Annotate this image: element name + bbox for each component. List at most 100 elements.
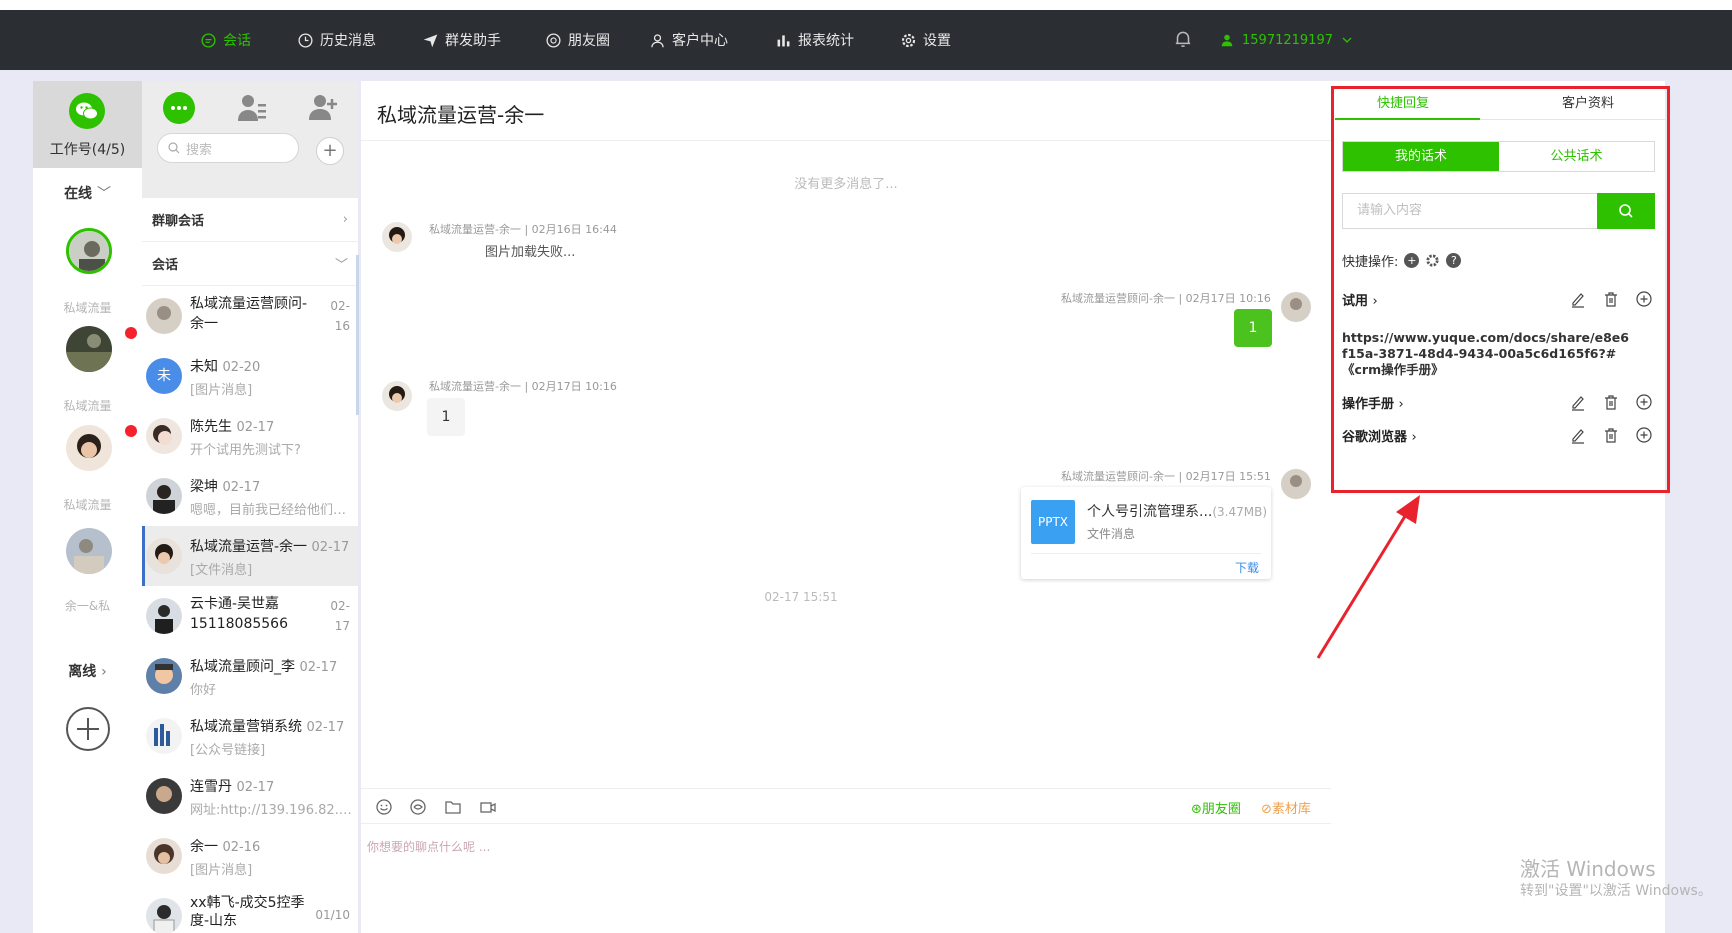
add-friend-icon[interactable]	[307, 92, 339, 124]
contact-name-text: 未知	[190, 359, 218, 375]
list-item[interactable]: 陈先生 02-17 开个试用先测试下?	[142, 406, 358, 466]
contact-date: 02-17	[311, 540, 350, 555]
nav-moments[interactable]: 朋友圈	[545, 10, 610, 70]
materials-link-label: 素材库	[1271, 802, 1311, 817]
list-item[interactable]: 私域流量营销系统 02-17 [公众号链接]	[142, 706, 358, 766]
avatar	[1281, 292, 1311, 322]
nav-chat[interactable]: 会话	[200, 10, 251, 70]
contact-date: 02-17	[299, 660, 338, 675]
avatar: 未	[146, 358, 182, 394]
nav-customers[interactable]: 客户中心	[649, 10, 728, 70]
timestamp: 02-17 15:51	[764, 590, 838, 604]
message-preview: 网址:http://139.196.82.82/a...	[190, 803, 355, 818]
contact-date: 01/10	[315, 908, 350, 922]
file-name: 个人号引流管理系...(3.47MB)	[1087, 501, 1267, 521]
account-avatar-2[interactable]	[66, 326, 112, 372]
moments-link[interactable]: ⊛朋友圈	[1191, 798, 1241, 817]
folder-icon[interactable]	[444, 798, 462, 816]
avatar	[146, 838, 182, 874]
add-button[interactable]: +	[316, 137, 344, 165]
file-type-label: 文件消息	[1087, 527, 1136, 541]
nav-reports-label: 报表统计	[798, 33, 854, 49]
message-meta: 私域流量运营-余一 | 02月17日 10:16	[429, 380, 617, 393]
nav-customers-label: 客户中心	[672, 33, 728, 49]
account-name-3: 私域流量	[63, 498, 112, 512]
user-menu[interactable]: 15971219197	[1220, 10, 1353, 70]
online-label: 在线	[64, 186, 93, 202]
account-name-1: 私域流量	[63, 301, 112, 315]
file-message[interactable]: PPTX 个人号引流管理系...(3.47MB) 文件消息 下载	[1021, 487, 1271, 579]
list-item[interactable]: 未 未知 02-20 [图片消息]	[142, 346, 358, 406]
avatar	[382, 222, 412, 252]
account-avatar-1[interactable]	[66, 228, 112, 274]
message-meta: 私域流量运营顾问-余一 | 02月17日 10:16	[1061, 292, 1271, 305]
divider	[361, 140, 1331, 141]
message-preview: 开个试用先测试下?	[190, 443, 301, 458]
clock-icon	[298, 32, 313, 48]
video-icon[interactable]	[479, 798, 497, 816]
list-scrollbar[interactable]	[356, 255, 359, 415]
search-input[interactable]: 搜索	[157, 133, 299, 163]
download-link[interactable]: 下载	[1235, 559, 1259, 576]
contact-date: 02-17	[306, 720, 345, 735]
contact-name: 云卡通-吴世嘉 15118085566	[190, 596, 288, 632]
list-item[interactable]: 私域流量运营顾问-余一 02- 16	[142, 286, 358, 346]
contact-date: 02-16	[330, 296, 350, 336]
divider	[1031, 553, 1261, 554]
contact-date: 02-17	[330, 596, 350, 636]
account-name-2: 私域流量	[63, 399, 112, 413]
nav-broadcast-label: 群发助手	[445, 33, 501, 49]
message-meta: 私域流量运营-余一 | 02月16日 16:44	[429, 223, 617, 236]
chevron-down-icon: ﹀	[334, 258, 348, 273]
message-bubble: 1	[1234, 309, 1272, 347]
message-bubble: 1	[427, 398, 465, 436]
account-avatar-4[interactable]	[66, 528, 112, 574]
file-size: (3.47MB)	[1212, 505, 1268, 519]
session-list: 搜索 + 群聊会话 › 会话 ﹀ 私域流量运营顾问-余一 02- 16 未 未知 …	[142, 81, 358, 933]
contact-date: 02-20	[222, 360, 261, 375]
account-column: 工作号(4/5) 在线 ﹀ 私域流量 私域流量 私域流量 余一&私 离线 ›	[33, 81, 142, 933]
nav-broadcast[interactable]: 群发助手	[422, 10, 501, 70]
list-item[interactable]: 梁坤 02-17 嗯嗯，目前我已经给他们买...	[142, 466, 358, 526]
aperture-icon	[546, 32, 561, 48]
offline-toggle[interactable]: 离线 ›	[33, 661, 142, 681]
bell-icon[interactable]	[1172, 28, 1194, 50]
message-input[interactable]: 你想要的聊点什么呢 ...	[367, 838, 490, 855]
session-section[interactable]: 会话 ﹀	[142, 242, 358, 286]
chat-bubble-icon[interactable]	[162, 91, 196, 125]
contact-name-text: 余一	[190, 839, 218, 855]
contact-name-text: 陈先生	[190, 419, 232, 435]
file-name-text: 个人号引流管理系...	[1087, 504, 1213, 520]
avatar	[146, 478, 182, 514]
account-count-label: 工作号(4/5)	[49, 142, 126, 158]
list-item[interactable]: xx韩飞-成交5控季度-山东 01/10	[142, 886, 358, 933]
contact-name: 余一 02-16	[190, 836, 260, 856]
list-item[interactable]: 余一 02-16 [图片消息]	[142, 826, 358, 886]
nav-history-label: 历史消息	[320, 33, 376, 49]
session-list-header: 搜索 +	[142, 81, 358, 198]
nav-moments-label: 朋友圈	[568, 33, 610, 49]
nav-settings[interactable]: 设置	[900, 10, 951, 70]
avatar	[382, 381, 412, 411]
list-item-selected[interactable]: 私域流量运营-余一 02-17 [文件消息]	[142, 526, 358, 586]
list-item[interactable]: 云卡通-吴世嘉 15118085566 02- 17	[142, 586, 358, 646]
message-preview: [图片消息]	[190, 383, 253, 398]
group-chat-section[interactable]: 群聊会话 ›	[142, 198, 358, 242]
list-item[interactable]: 私域流量顾问_李 02-17 你好	[142, 646, 358, 706]
avatar	[146, 658, 182, 694]
add-account-icon[interactable]	[65, 706, 111, 752]
list-item[interactable]: 连雪丹 02-17 网址:http://139.196.82.82/a...	[142, 766, 358, 826]
message-text: 图片加载失败...	[485, 245, 576, 260]
emoji-icon[interactable]	[375, 798, 393, 816]
materials-link[interactable]: ⊘素材库	[1261, 798, 1311, 817]
contacts-icon[interactable]	[236, 92, 268, 124]
unread-dot	[125, 425, 137, 437]
online-toggle[interactable]: 在线 ﹀	[33, 183, 142, 203]
account-avatar-3[interactable]	[66, 425, 112, 471]
screenshot-icon[interactable]	[409, 798, 427, 816]
nav-reports[interactable]: 报表统计	[775, 10, 854, 70]
nav-history[interactable]: 历史消息	[297, 10, 376, 70]
contact-date: 02-17	[222, 480, 261, 495]
user-icon	[1221, 34, 1233, 47]
account-header[interactable]: 工作号(4/5)	[33, 81, 142, 168]
